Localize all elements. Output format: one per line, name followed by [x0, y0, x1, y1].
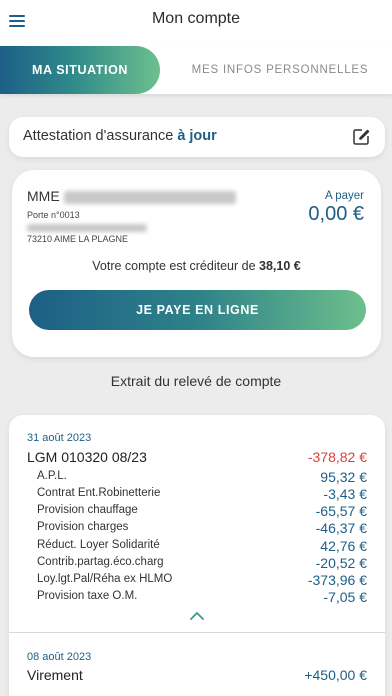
tab-ma-situation[interactable]: MA SITUATION [0, 46, 160, 94]
line-label: Réduct. Loyer Solidarité [37, 539, 160, 551]
insurance-text: Attestation d'assurance à jour [23, 128, 217, 144]
statement-line: A.P.L. 95,32 € [37, 469, 367, 485]
line-amount: 95,32 € [320, 469, 367, 485]
line-label: Contrib.partag.éco.charg [37, 556, 164, 568]
insurance-card[interactable]: Attestation d'assurance à jour [9, 117, 385, 157]
entry-amount: +450,00 € [304, 667, 367, 683]
entry-header[interactable]: LGM 010320 08/23 -378,82 € [27, 449, 367, 465]
page-title: Mon compte [151, 10, 241, 27]
pay-online-button[interactable]: JE PAYE EN LIGNE [29, 290, 366, 330]
statement-title: Extrait du relevé de compte [110, 373, 282, 389]
tab-mes-infos-personnelles[interactable]: MES INFOS PERSONNELLES [180, 46, 380, 94]
insurance-status: à jour [177, 128, 217, 144]
entry-header[interactable]: Virement +450,00 € [27, 667, 367, 683]
entry-date: 08 août 2023 [27, 651, 92, 663]
entry-label: LGM 010320 08/23 [27, 449, 147, 465]
line-label: Provision chauffage [37, 504, 138, 516]
statement-line: Réduct. Loyer Solidarité 42,76 € [37, 538, 367, 554]
due-amount: 0,00 € [308, 203, 364, 225]
edit-icon[interactable] [351, 127, 371, 147]
statement-line: Loy.lgt.Pal/Réha ex HLMO -373,96 € [37, 572, 367, 588]
entry-amount: -378,82 € [307, 449, 367, 465]
address-line: Porte n°0013 [27, 210, 80, 220]
address-city: 73210 AIME LA PLAGNE [27, 234, 129, 244]
line-label: A.P.L. [37, 470, 67, 482]
due-label: A payer [325, 190, 364, 202]
chevron-up-icon[interactable] [189, 611, 205, 621]
statement-line: Contrib.partag.éco.charg -20,52 € [37, 555, 367, 571]
name-prefix: MME [27, 188, 60, 204]
account-card: MME Porte n°0013 73210 AIME LA PLAGNE A … [12, 170, 381, 357]
line-amount: -65,57 € [315, 503, 367, 519]
statement-line: Provision taxe O.M. -7,05 € [37, 589, 367, 605]
line-amount: 42,76 € [320, 538, 367, 554]
line-label: Provision taxe O.M. [37, 590, 138, 602]
line-amount: -46,37 € [315, 520, 367, 536]
line-amount: -7,05 € [323, 589, 367, 605]
entry-date: 31 août 2023 [27, 432, 92, 444]
statement-line: Contrat Ent.Robinetterie -3,43 € [37, 486, 367, 502]
credit-amount: 38,10 € [259, 259, 301, 273]
top-bar: Mon compte [0, 0, 392, 42]
tab-bar: MA SITUATION MES INFOS PERSONNELLES [0, 42, 392, 94]
account-holder-name: MME [27, 188, 236, 204]
entry-label: Virement [27, 667, 83, 683]
divider [9, 632, 385, 633]
redacted-name [63, 190, 236, 204]
credit-text: Votre compte est créditeur de 38,10 € [12, 259, 381, 273]
statement-line: Provision charges -46,37 € [37, 520, 367, 536]
line-label: Provision charges [37, 521, 129, 533]
line-amount: -373,96 € [307, 572, 367, 588]
statement-line: Provision chauffage -65,57 € [37, 503, 367, 519]
line-label: Contrat Ent.Robinetterie [37, 487, 161, 499]
credit-prefix: Votre compte est créditeur de [92, 259, 256, 273]
line-amount: -20,52 € [315, 555, 367, 571]
line-amount: -3,43 € [323, 486, 367, 502]
insurance-label: Attestation d'assurance [23, 128, 174, 144]
line-label: Loy.lgt.Pal/Réha ex HLMO [37, 573, 173, 585]
address-redacted [27, 222, 147, 232]
statement-card: 31 août 2023 LGM 010320 08/23 -378,82 € … [9, 415, 385, 696]
